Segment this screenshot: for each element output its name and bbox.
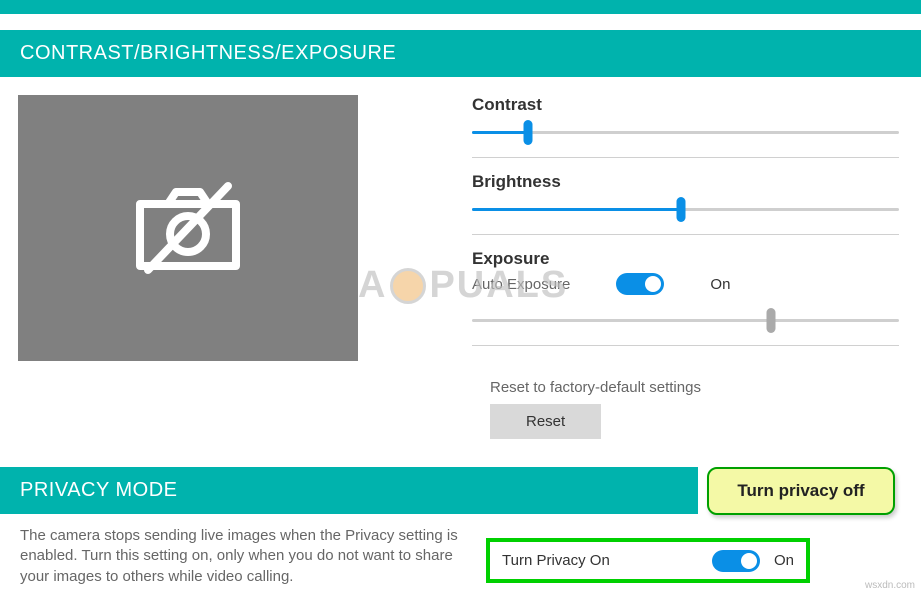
- reset-area: Reset to factory-default settings Reset: [358, 379, 921, 439]
- controls-column: Contrast Brightness Exposure: [358, 95, 921, 361]
- privacy-toggle-state: On: [774, 552, 794, 569]
- exposure-slider: [472, 305, 899, 335]
- privacy-description: The camera stops sending live images whe…: [0, 514, 480, 587]
- auto-exposure-state: On: [710, 276, 730, 293]
- auto-exposure-toggle[interactable]: [616, 273, 664, 295]
- divider: [472, 234, 899, 235]
- contrast-label: Contrast: [472, 95, 899, 115]
- brightness-label: Brightness: [472, 172, 899, 192]
- source-tag: wsxdn.com: [865, 580, 915, 591]
- privacy-toggle-highlight: Turn Privacy On On: [486, 538, 810, 583]
- section-header-contrast: CONTRAST/BRIGHTNESS/EXPOSURE: [0, 30, 921, 77]
- brightness-slider[interactable]: [472, 194, 899, 224]
- contrast-block: Contrast: [472, 95, 899, 158]
- section-header-privacy: PRIVACY MODE: [0, 467, 698, 514]
- annotation-callout: Turn privacy off: [707, 467, 895, 515]
- brightness-block: Brightness: [472, 172, 899, 235]
- top-accent-bar: [0, 0, 921, 14]
- auto-exposure-label: Auto Exposure: [472, 276, 570, 293]
- divider: [472, 345, 899, 346]
- camera-preview: [18, 95, 358, 361]
- contrast-slider[interactable]: [472, 117, 899, 147]
- no-camera-icon: [128, 178, 248, 278]
- reset-button[interactable]: Reset: [490, 404, 601, 439]
- content-row: Contrast Brightness Exposure: [0, 77, 921, 379]
- auto-exposure-row: Auto Exposure On: [472, 273, 899, 295]
- reset-description: Reset to factory-default settings: [490, 379, 899, 396]
- exposure-label: Exposure: [472, 249, 899, 269]
- privacy-toggle[interactable]: [712, 550, 760, 572]
- exposure-block: Exposure Auto Exposure On: [472, 249, 899, 346]
- divider: [472, 157, 899, 158]
- privacy-toggle-label: Turn Privacy On: [502, 552, 610, 569]
